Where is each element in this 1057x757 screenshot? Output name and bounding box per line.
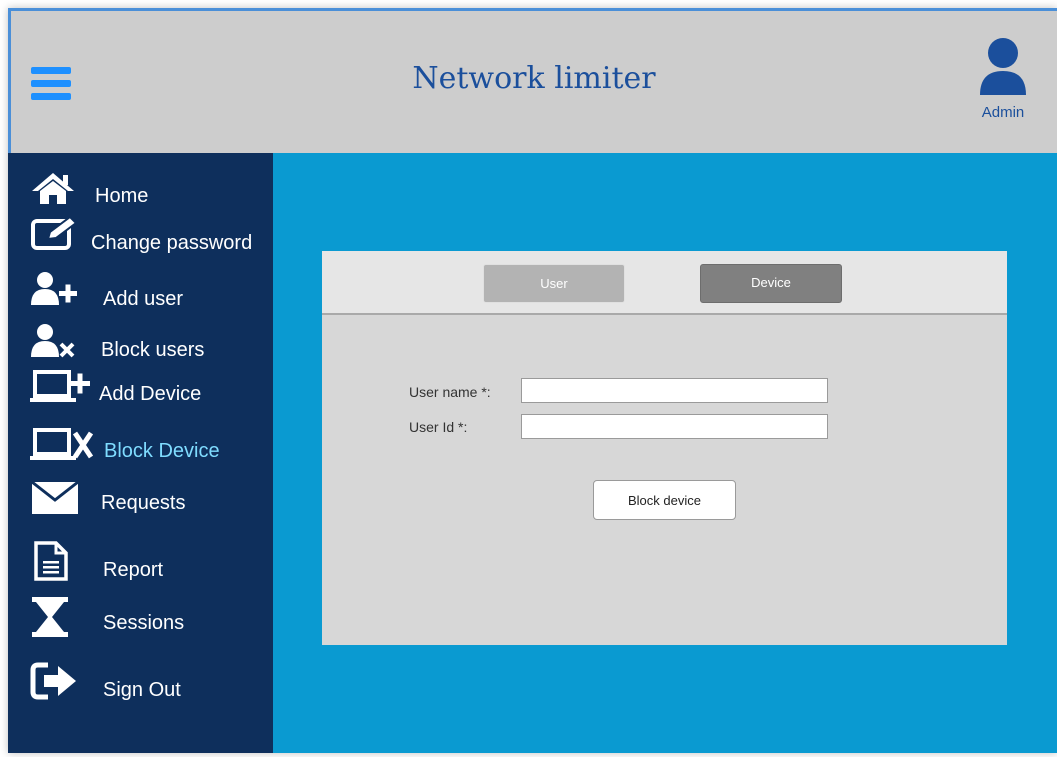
user-id-input[interactable]: [521, 414, 828, 439]
app-title: Network limiter: [412, 61, 656, 96]
sidebar-item-label: Add Device: [99, 383, 202, 405]
block-user-icon: [31, 324, 75, 358]
block-device-button[interactable]: Block device: [593, 480, 736, 520]
sidebar-item-block-device[interactable]: Block Device: [8, 423, 273, 467]
sidebar-item-sessions[interactable]: Sessions: [8, 595, 273, 639]
sidebar-item-home[interactable]: Home: [8, 167, 273, 211]
tab-user[interactable]: User: [483, 264, 625, 303]
user-name-input[interactable]: [521, 378, 828, 403]
block-device-icon: [30, 428, 94, 460]
sidebar-item-label: Sessions: [103, 612, 185, 634]
app-window: Network limiter Admin Home Change passwo…: [8, 8, 1057, 753]
admin-profile-button[interactable]: Admin: [973, 37, 1033, 127]
sidebar-item-change-password[interactable]: Change password: [8, 213, 273, 257]
user-avatar-icon: [980, 38, 1026, 95]
sidebar-item-add-device[interactable]: Add Device: [8, 367, 273, 411]
sidebar: Home Change password Add user Block user…: [8, 153, 273, 753]
sidebar-item-label: Change password: [91, 232, 253, 254]
sidebar-item-requests[interactable]: Requests: [8, 477, 273, 521]
block-device-panel: User Device User name *: User Id *: Bloc…: [322, 251, 1007, 645]
envelope-icon: [31, 480, 79, 514]
sidebar-item-label: Report: [103, 559, 164, 581]
document-icon: [34, 541, 68, 581]
user-name-label: User name *:: [409, 384, 491, 400]
sidebar-item-block-users[interactable]: Block users: [8, 321, 273, 365]
sidebar-item-sign-out[interactable]: Sign Out: [8, 661, 273, 705]
add-user-icon: [31, 272, 77, 305]
home-icon: [32, 173, 74, 204]
sidebar-item-add-user[interactable]: Add user: [8, 269, 273, 313]
admin-label: Admin: [981, 104, 1025, 121]
top-bar: Network limiter Admin: [8, 8, 1057, 153]
sidebar-item-label: Block users: [101, 339, 205, 361]
hourglass-icon: [32, 597, 68, 637]
edit-icon: [31, 215, 78, 250]
main-content: User Device User name *: User Id *: Bloc…: [273, 153, 1057, 753]
sign-out-icon: [30, 662, 76, 700]
sidebar-item-label: Block Device: [104, 440, 220, 462]
user-id-label: User Id *:: [409, 419, 468, 435]
sidebar-item-label: Home: [95, 185, 149, 207]
tab-device[interactable]: Device: [700, 264, 842, 303]
sidebar-item-label: Sign Out: [103, 679, 181, 701]
panel-tab-bar: User Device: [322, 251, 1007, 315]
sidebar-item-report[interactable]: Report: [8, 541, 273, 585]
sidebar-item-label: Requests: [101, 492, 186, 514]
sidebar-item-label: Add user: [103, 288, 184, 310]
add-device-icon: [30, 370, 90, 402]
